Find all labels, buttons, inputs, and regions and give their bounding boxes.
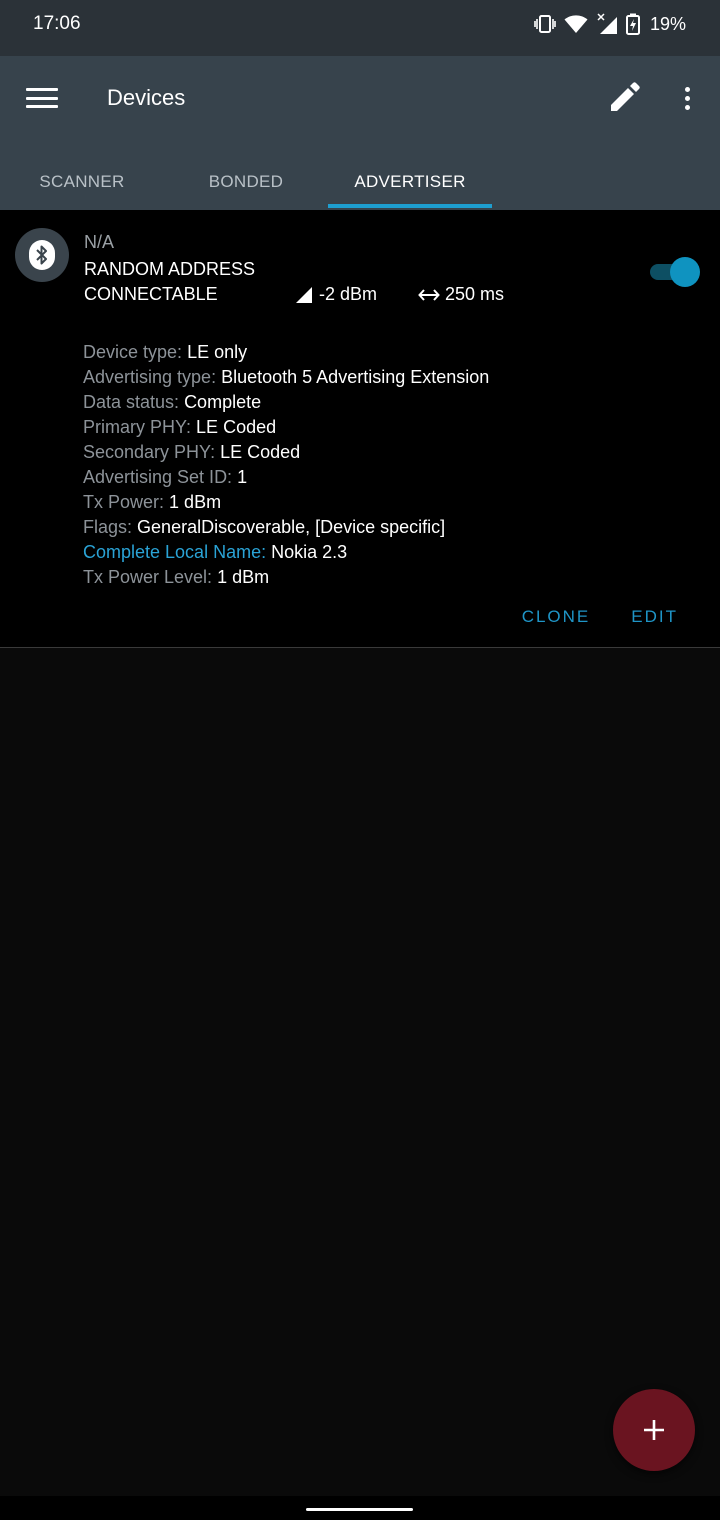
status-icons: 19% xyxy=(534,12,686,36)
tx-rssi: -2 dBm xyxy=(295,284,377,305)
detail-key: Primary PHY: xyxy=(83,417,192,437)
detail-key: Secondary PHY: xyxy=(83,442,216,462)
detail-row: Primary PHY: LE Coded xyxy=(83,415,489,440)
plus-icon xyxy=(644,1420,664,1440)
device-name: N/A xyxy=(84,232,115,252)
signal-icon xyxy=(597,13,617,34)
detail-row-local-name: Complete Local Name: Nokia 2.3 xyxy=(83,540,489,565)
advertiser-card[interactable]: N/A RANDOM ADDRESS CONNECTABLE -2 dBm 25… xyxy=(0,210,720,648)
detail-value: 1 dBm xyxy=(217,567,270,587)
detail-value: 1 dBm xyxy=(169,492,222,512)
battery-percent: 19% xyxy=(649,13,686,34)
edit-button[interactable]: EDIT xyxy=(631,607,678,627)
address-type: RANDOM ADDRESS xyxy=(84,259,256,279)
detail-value: LE only xyxy=(187,342,248,362)
interval-arrows-icon xyxy=(418,288,440,301)
status-time: 17:06 xyxy=(33,13,81,34)
detail-row: Device type: LE only xyxy=(83,340,489,365)
page-title: Devices xyxy=(107,85,186,110)
tab-indicator xyxy=(328,204,492,208)
pencil-icon[interactable] xyxy=(606,80,642,116)
detail-value: Bluetooth 5 Advertising Extension xyxy=(221,367,490,387)
tab-bonded[interactable]: BONDED xyxy=(164,154,328,210)
detail-key: Data status: xyxy=(83,392,180,412)
wifi-icon xyxy=(564,15,588,33)
detail-key: Advertising Set ID: xyxy=(83,467,233,487)
detail-key: Device type: xyxy=(83,342,183,362)
detail-value: GeneralDiscoverable, [Device specific] xyxy=(137,517,446,537)
vibrate-icon xyxy=(534,15,556,33)
advertiser-details: Device type: LE only Advertising type: B… xyxy=(83,340,489,590)
app-bar: Devices SCANNER BONDED ADVERTISER xyxy=(0,56,720,210)
detail-row: Tx Power Level: 1 dBm xyxy=(83,565,489,590)
clone-button[interactable]: CLONE xyxy=(522,607,591,627)
detail-value: Complete xyxy=(184,392,262,412)
battery-charging-icon xyxy=(625,13,640,35)
overflow-menu-icon[interactable] xyxy=(672,80,702,116)
navigation-bar xyxy=(0,1496,720,1520)
detail-row: Flags: GeneralDiscoverable, [Device spec… xyxy=(83,515,489,540)
signal-strength-icon xyxy=(296,286,312,303)
tab-advertiser[interactable]: ADVERTISER xyxy=(328,154,492,210)
bluetooth-icon xyxy=(36,245,47,265)
detail-row: Advertising Set ID: 1 xyxy=(83,465,489,490)
detail-row: Tx Power: 1 dBm xyxy=(83,490,489,515)
tab-bar: SCANNER BONDED ADVERTISER xyxy=(0,154,720,210)
menu-icon[interactable] xyxy=(26,84,58,112)
detail-value: Nokia 2.3 xyxy=(271,542,348,562)
detail-key: Advertising type: xyxy=(83,367,217,387)
detail-key: Tx Power: xyxy=(83,492,165,512)
detail-key-link: Complete Local Name: xyxy=(83,542,267,562)
status-bar: 17:06 19% xyxy=(0,0,720,56)
advertising-interval: 250 ms xyxy=(418,284,504,305)
advertise-toggle[interactable] xyxy=(648,257,700,287)
detail-row: Advertising type: Bluetooth 5 Advertisin… xyxy=(83,365,489,390)
add-advertiser-button[interactable] xyxy=(613,1389,695,1471)
detail-value: 1 xyxy=(237,467,248,487)
connectable-status: CONNECTABLE xyxy=(84,284,218,304)
interval-value: 250 ms xyxy=(445,284,505,304)
toggle-thumb xyxy=(670,257,700,287)
home-gesture-handle[interactable] xyxy=(306,1508,413,1511)
detail-value: LE Coded xyxy=(220,442,301,462)
tab-scanner[interactable]: SCANNER xyxy=(0,154,164,210)
avatar xyxy=(15,228,69,282)
tx-rssi-value: -2 dBm xyxy=(319,284,378,304)
detail-value: LE Coded xyxy=(196,417,277,437)
detail-row: Secondary PHY: LE Coded xyxy=(83,440,489,465)
detail-key: Tx Power Level: xyxy=(83,567,213,587)
detail-key: Flags: xyxy=(83,517,133,537)
detail-row: Data status: Complete xyxy=(83,390,489,415)
card-actions: CLONE EDIT xyxy=(522,607,678,627)
